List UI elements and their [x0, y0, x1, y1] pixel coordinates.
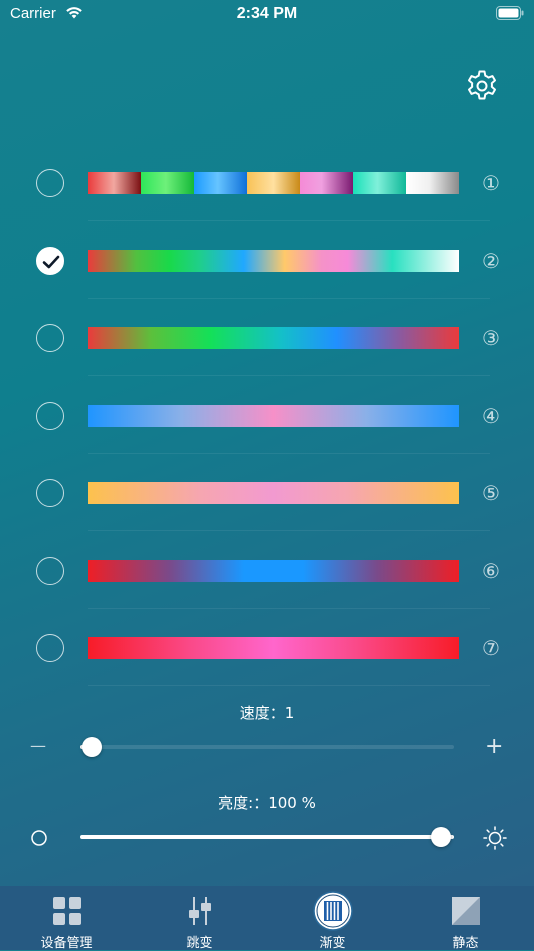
mode-number-7: ⑦: [482, 636, 500, 660]
static-icon: [452, 897, 480, 925]
mode-radio-1[interactable]: [36, 169, 64, 197]
gradient-icon: [313, 891, 353, 931]
gradient-bar-5[interactable]: [88, 482, 459, 504]
status-bar: Carrier 2:34 PM: [0, 0, 534, 30]
mode-row-3[interactable]: ③: [0, 299, 534, 376]
mode-row-7[interactable]: ⑦: [0, 609, 534, 686]
tab-static[interactable]: 静态: [399, 886, 532, 951]
mode-radio-2[interactable]: [36, 247, 64, 275]
tab-label-device-management: 设备管理: [40, 936, 93, 951]
gradient-bar-7[interactable]: [88, 637, 459, 659]
mode-radio-4[interactable]: [36, 402, 64, 430]
gradient-bar-6[interactable]: [88, 560, 459, 582]
gradient-bar-4[interactable]: [88, 405, 459, 427]
sliders-icon: [189, 897, 211, 925]
brightness-slider-track[interactable]: [80, 835, 454, 839]
mode-row-6[interactable]: ⑥: [0, 532, 534, 609]
mode-number-5: ⑤: [482, 481, 500, 505]
grid-icon: [53, 897, 81, 925]
mode-number-6: ⑥: [482, 559, 500, 583]
mode-radio-7[interactable]: [36, 634, 64, 662]
gear-icon: [468, 70, 496, 100]
clock: 2:34 PM: [236, 5, 298, 22]
tab-label-jump: 跳变: [186, 936, 213, 951]
brightness-low-icon: [31, 830, 47, 846]
mode-radio-6[interactable]: [36, 557, 64, 585]
tab-label-gradient: 渐变: [319, 936, 346, 951]
brightness-high-icon: [483, 826, 507, 850]
battery-icon: [496, 6, 524, 20]
gradient-bar-3[interactable]: [88, 327, 459, 349]
mode-radio-5[interactable]: [36, 479, 64, 507]
speed-decrease-button[interactable]: —: [30, 736, 46, 755]
mode-row-2[interactable]: ②: [0, 222, 534, 299]
mode-number-2: ②: [482, 249, 500, 273]
brightness-slider-thumb[interactable]: [431, 827, 451, 847]
tab-bar: 设备管理 跳变 渐变 静态: [0, 886, 534, 951]
tab-jump[interactable]: 跳变: [133, 886, 266, 951]
mode-radio-3[interactable]: [36, 324, 64, 352]
speed-slider-track[interactable]: [80, 745, 454, 749]
checkmark-icon: [42, 255, 60, 269]
tab-label-static: 静态: [452, 936, 479, 951]
settings-button[interactable]: [464, 68, 500, 104]
brightness-label: 亮度:：100 %: [218, 794, 316, 812]
gradient-bar-2[interactable]: [88, 250, 459, 272]
gradient-bar-1[interactable]: [88, 172, 459, 194]
mode-row-4[interactable]: ④: [0, 377, 534, 454]
mode-number-4: ④: [482, 404, 500, 428]
mode-row-5[interactable]: ⑤: [0, 454, 534, 531]
tab-device-management[interactable]: 设备管理: [0, 886, 133, 951]
tab-gradient[interactable]: 渐变: [266, 886, 399, 951]
mode-row-1[interactable]: ①: [0, 144, 534, 221]
speed-slider-thumb[interactable]: [82, 737, 102, 757]
speed-increase-button[interactable]: +: [485, 734, 503, 759]
mode-number-3: ③: [482, 326, 500, 350]
speed-label: 速度：1: [239, 704, 295, 722]
mode-number-1: ①: [482, 171, 500, 195]
